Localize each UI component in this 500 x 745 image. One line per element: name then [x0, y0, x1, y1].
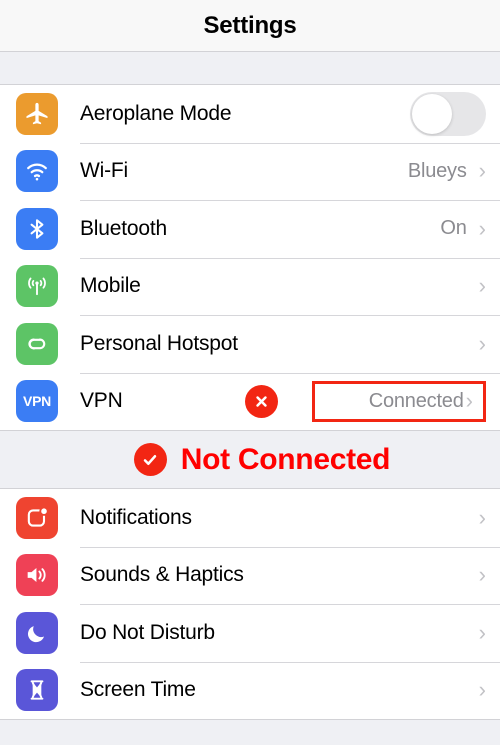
settings-group-connectivity: Aeroplane Mode Wi-Fi Blueys › Bluetooth …: [0, 84, 500, 431]
settings-row-label: VPN: [80, 389, 123, 413]
aeroplane-mode-toggle[interactable]: [410, 91, 486, 136]
settings-row-screen-time[interactable]: Screen Time ›: [0, 661, 500, 719]
vpn-status-value: Connected: [368, 389, 464, 412]
settings-group-system: Notifications › Sounds & Haptics › Do No…: [0, 488, 500, 720]
settings-row-personal-hotspot[interactable]: Personal Hotspot ›: [0, 315, 500, 373]
settings-row-do-not-disturb[interactable]: Do Not Disturb ›: [0, 604, 500, 662]
toggle-knob: [412, 93, 452, 134]
settings-row-label: Screen Time: [80, 678, 196, 702]
settings-row-vpn[interactable]: VPN VPN Connected ›: [0, 372, 500, 430]
airplane-icon: [16, 92, 58, 135]
settings-row-bluetooth[interactable]: Bluetooth On ›: [0, 200, 500, 258]
annotation-check-marker-icon: [133, 443, 167, 476]
settings-row-label: Do Not Disturb: [80, 620, 215, 644]
sounds-icon: [16, 554, 58, 597]
settings-row-accessory: [410, 91, 486, 136]
chevron-right-icon: ›: [478, 504, 486, 530]
settings-row-accessory: ›: [467, 679, 486, 701]
annotation-highlight-box: Connected ›: [312, 380, 486, 422]
chevron-right-icon: ›: [478, 330, 486, 356]
vpn-icon: VPN: [16, 380, 58, 423]
chevron-right-icon: ›: [478, 677, 486, 703]
settings-row-label: Notifications: [80, 505, 192, 529]
wifi-network-value: Blueys: [407, 159, 467, 182]
chevron-right-icon: ›: [465, 388, 473, 414]
annotation-banner-text: Not Connected: [180, 442, 391, 476]
annotation-banner: Not Connected: [0, 431, 500, 488]
chevron-right-icon: ›: [478, 562, 486, 588]
group-spacer-bottom: [0, 720, 500, 745]
settings-row-aeroplane-mode[interactable]: Aeroplane Mode: [0, 85, 500, 143]
vpn-icon-label: VPN: [23, 393, 51, 410]
group-spacer-middle: Not Connected: [0, 431, 500, 488]
wifi-icon: [16, 150, 58, 193]
settings-row-accessory: Connected ›: [245, 380, 486, 422]
settings-row-label: Personal Hotspot: [80, 331, 238, 355]
settings-row-accessory: Blueys ›: [408, 160, 486, 183]
page-title: Settings: [203, 11, 297, 39]
settings-row-label: Mobile: [80, 274, 141, 298]
settings-row-notifications[interactable]: Notifications ›: [0, 489, 500, 547]
settings-row-label: Sounds & Haptics: [80, 563, 244, 587]
settings-row-accessory: ›: [467, 330, 486, 356]
settings-row-accessory: ›: [467, 275, 486, 297]
screen-time-icon: [16, 669, 58, 712]
mobile-icon: [16, 265, 58, 308]
settings-screen: Settings Aeroplane Mode Wi-Fi Blueys › B…: [0, 0, 500, 745]
settings-row-label: Bluetooth: [80, 216, 167, 240]
chevron-right-icon: ›: [478, 215, 486, 241]
settings-row-accessory: ›: [467, 564, 486, 586]
personal-hotspot-icon: [16, 322, 58, 365]
settings-row-accessory: ›: [467, 504, 486, 530]
notifications-icon: [16, 496, 58, 539]
settings-row-accessory: On ›: [440, 217, 486, 240]
bluetooth-icon: [16, 207, 58, 250]
chevron-right-icon: ›: [478, 619, 486, 645]
chevron-right-icon: ›: [478, 158, 486, 184]
bluetooth-state-value: On: [440, 217, 467, 240]
group-spacer-top: [0, 52, 500, 84]
settings-row-label: Wi-Fi: [80, 159, 128, 183]
chevron-right-icon: ›: [478, 273, 486, 299]
settings-row-accessory: ›: [467, 619, 486, 645]
annotation-x-marker-icon: [245, 384, 278, 418]
settings-row-mobile[interactable]: Mobile ›: [0, 257, 500, 315]
navigation-bar: Settings: [0, 0, 500, 52]
settings-row-sounds-haptics[interactable]: Sounds & Haptics ›: [0, 546, 500, 604]
do-not-disturb-icon: [16, 611, 58, 654]
settings-row-wifi[interactable]: Wi-Fi Blueys ›: [0, 142, 500, 200]
settings-row-label: Aeroplane Mode: [80, 101, 232, 125]
